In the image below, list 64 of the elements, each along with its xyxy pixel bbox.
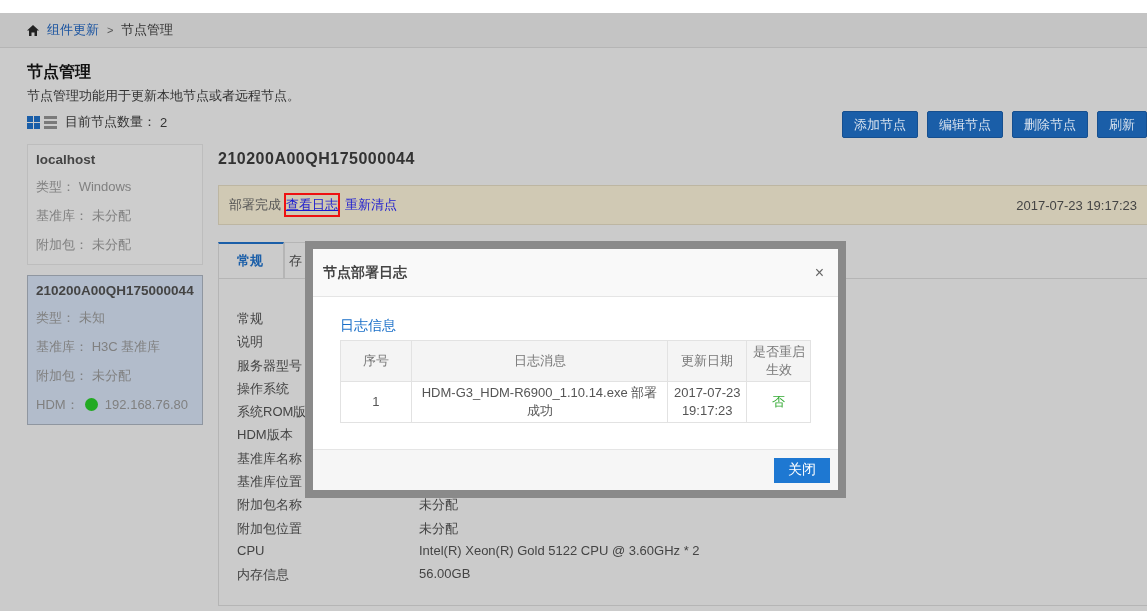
- property-label: CPU: [237, 542, 265, 560]
- close-button[interactable]: ×: [810, 263, 828, 282]
- table-cell: 否: [746, 381, 811, 423]
- property-label: 附加包位置: [237, 519, 302, 538]
- node-field-value: 未分配: [91, 237, 131, 252]
- node-field-label: 类型：: [36, 310, 75, 325]
- property-value: 未分配: [419, 496, 458, 515]
- node-field-label: 附加包：: [36, 368, 88, 383]
- column-header: 日志消息: [411, 340, 668, 382]
- column-header: 序号: [340, 340, 412, 382]
- property-value: Intel(R) Xeon(R) Gold 5122 CPU @ 3.60GHz * 2: [419, 542, 700, 560]
- breadcrumb-link[interactable]: 组件更新: [47, 21, 99, 39]
- page-description: 节点管理功能用于更新本地节点或者远程节点。: [27, 87, 301, 105]
- node-card[interactable]: 210200A00QH175000044 类型： 未知 基准库： H3C 基准库 附加包： 未分配 HDM： 192.168.76.80: [27, 275, 203, 425]
- node-count: 2: [160, 114, 168, 130]
- node-title: 210200A00QH175000044: [218, 149, 416, 169]
- node-card[interactable]: localhost 类型： Windows 基准库： 未分配 附加包： 未分配: [27, 144, 203, 265]
- property-label: 服务器型号: [237, 356, 302, 375]
- column-header: 更新日期: [667, 340, 747, 382]
- status-link[interactable]: 查看日志: [284, 193, 340, 217]
- toolbar-button[interactable]: 删除节点: [1012, 111, 1088, 138]
- column-header: 是否重启生效: [746, 340, 811, 382]
- node-field-value: 192.168.76.80: [104, 397, 188, 412]
- table-cell: 1: [340, 381, 412, 423]
- page-title: 节点管理: [27, 62, 92, 82]
- node-name: 210200A00QH175000044: [36, 282, 194, 300]
- node-field-value: Windows: [78, 179, 132, 194]
- status-link[interactable]: 重新清点: [343, 193, 399, 217]
- node-field-label: HDM：: [36, 397, 79, 412]
- property-label: 基准库位置: [237, 473, 302, 492]
- table-cell: HDM-G3_HDM-R6900_1.10.14.exe 部署成功: [411, 381, 668, 423]
- close-dialog-button[interactable]: 关闭: [774, 457, 830, 483]
- node-field-value: 未知: [78, 310, 105, 325]
- node-field-label: 基准库：: [36, 208, 88, 223]
- property-label: 附加包名称: [237, 496, 302, 515]
- property-label: HDM版本: [237, 426, 293, 445]
- node-name: localhost: [36, 151, 97, 169]
- toolbar-button[interactable]: 刷新: [1097, 111, 1147, 138]
- grid-view-icon[interactable]: [27, 115, 40, 129]
- property-value: 未分配: [419, 519, 458, 538]
- node-field-value: 未分配: [91, 368, 131, 383]
- property-label: 常规: [237, 310, 263, 328]
- property-label: 内存信息: [237, 566, 289, 585]
- property-label: 基准库名称: [237, 449, 302, 468]
- breadcrumb-current: 节点管理: [121, 21, 174, 39]
- toolbar-button[interactable]: 编辑节点: [927, 111, 1003, 138]
- property-label: 操作系统: [237, 379, 289, 398]
- node-field-label: 类型：: [36, 179, 75, 194]
- tab[interactable]: 常规: [218, 242, 284, 278]
- table-cell: 2017-07-23 19:17:23: [667, 381, 747, 423]
- property-label: 系统ROM版: [237, 403, 307, 422]
- section-title: 日志信息: [340, 317, 397, 335]
- home-icon: [27, 24, 39, 36]
- status-text: 部署完成: [229, 196, 281, 214]
- breadcrumb-separator: >: [107, 24, 114, 36]
- node-count-label: 目前节点数量：: [65, 113, 156, 131]
- status-time: 2017-07-23 19:17:23: [1016, 197, 1137, 213]
- list-view-icon[interactable]: [44, 115, 57, 129]
- property-label: 说明: [237, 333, 263, 352]
- toolbar-button[interactable]: 添加节点: [842, 111, 918, 138]
- property-value: 56.00GB: [419, 566, 471, 584]
- node-field-label: 基准库：: [36, 339, 88, 354]
- node-field-label: 附加包：: [36, 237, 88, 252]
- dialog-title: 节点部署日志: [323, 263, 407, 282]
